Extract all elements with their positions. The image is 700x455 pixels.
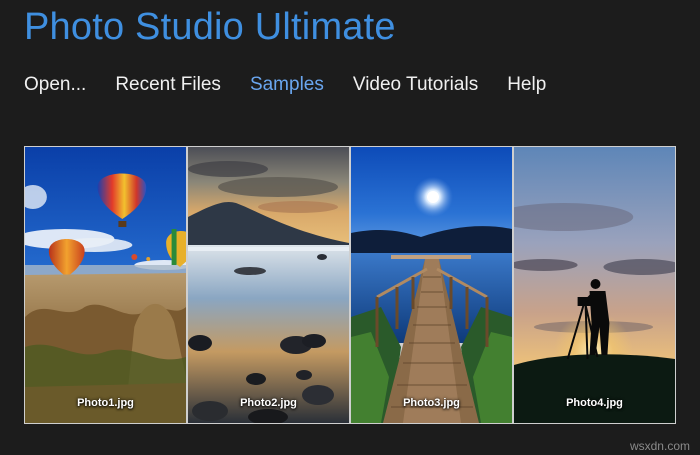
app-title: Photo Studio Ultimate xyxy=(24,6,396,48)
nav-item-samples[interactable]: Samples xyxy=(250,72,324,98)
samples-gallery: Photo1.jpg Photo2.jpg Photo3.jpg Photo4.… xyxy=(24,146,676,424)
sample-photo-2[interactable]: Photo2.jpg xyxy=(188,147,349,423)
nav-item-help[interactable]: Help xyxy=(507,72,546,98)
sample-photo-1[interactable]: Photo1.jpg xyxy=(25,147,186,423)
nav-item-open[interactable]: Open... xyxy=(24,72,86,98)
sample-photo-3-label: Photo3.jpg xyxy=(403,397,460,409)
sample-photo-4-label: Photo4.jpg xyxy=(566,397,623,409)
sample-photo-3[interactable]: Photo3.jpg xyxy=(351,147,512,423)
nav-item-recent-files[interactable]: Recent Files xyxy=(115,72,221,98)
sample-photo-1-label: Photo1.jpg xyxy=(77,397,134,409)
lake-photo xyxy=(188,147,349,423)
pier-photo xyxy=(351,147,512,423)
watermark: wsxdn.com xyxy=(629,439,690,453)
nav-item-video-tutorials[interactable]: Video Tutorials xyxy=(353,72,478,98)
photographer-photo xyxy=(514,147,675,423)
sample-photo-2-label: Photo2.jpg xyxy=(240,397,297,409)
main-nav: Open... Recent Files Samples Video Tutor… xyxy=(24,72,575,98)
balloons-photo xyxy=(25,147,186,423)
sample-photo-4[interactable]: Photo4.jpg xyxy=(514,147,675,423)
